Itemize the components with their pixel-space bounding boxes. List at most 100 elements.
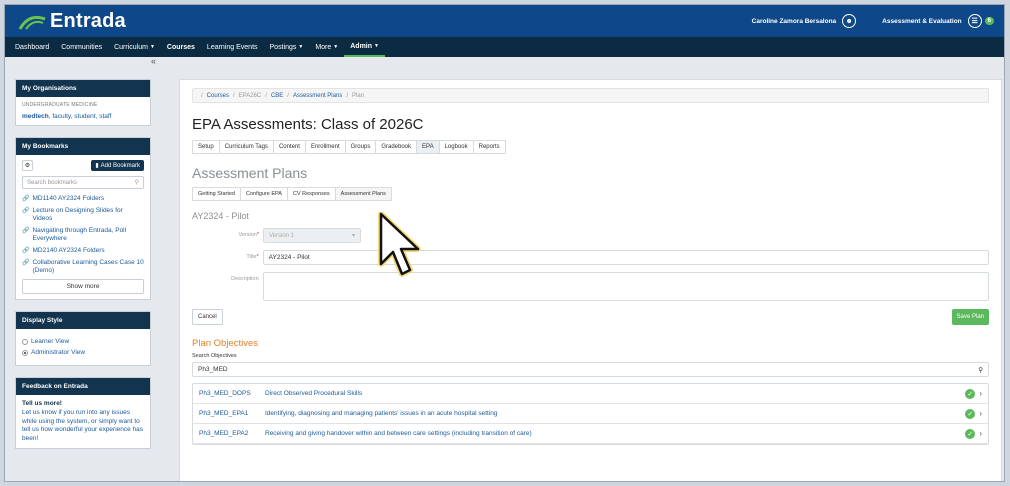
organisations-widget: My Organisations UNDERGRADUATE MEDICINE … <box>15 79 151 126</box>
breadcrumb-assessment-plans[interactable]: Assessment Plans <box>293 93 342 99</box>
bookmark-icon: ▮ <box>95 163 99 169</box>
nav-more[interactable]: More ▼ <box>309 37 344 57</box>
version-label: Version* <box>238 232 260 238</box>
link-icon: 🔗 <box>22 228 30 234</box>
version-row: Version* Version 1 ▾ <box>192 228 989 243</box>
epa-subtabs: Getting Started Configure EPA CV Respons… <box>192 187 989 201</box>
tab-logbook[interactable]: Logbook <box>438 140 474 154</box>
subtab-cv-responses[interactable]: CV Responses <box>286 187 336 201</box>
check-circle-icon: ✓ <box>965 388 976 399</box>
bookmark-item[interactable]: 🔗 MD2140 AY2324 Folders <box>22 247 144 255</box>
chevron-right-icon[interactable]: › <box>979 429 982 438</box>
tab-reports[interactable]: Reports <box>472 140 506 154</box>
tab-content[interactable]: Content <box>272 140 306 154</box>
objective-row[interactable]: Ph3_MED_EPA2 Receiving and giving handov… <box>193 424 988 444</box>
tab-enrollment[interactable]: Enrollment <box>304 140 346 154</box>
list-icon[interactable]: ☰ <box>967 14 982 28</box>
description-label: Description <box>231 276 259 282</box>
nav-learning-events[interactable]: Learning Events <box>201 37 264 57</box>
feedback-heading: Tell us more! <box>22 400 62 407</box>
widget-title: Feedback on Entrada <box>16 378 150 395</box>
breadcrumb-courses[interactable]: Courses <box>207 93 229 99</box>
tab-curriculum-tags[interactable]: Curriculum Tags <box>218 140 274 154</box>
objective-row[interactable]: Ph3_MED_DOPS Direct Observed Procedural … <box>193 384 988 404</box>
nav-communities[interactable]: Communities <box>55 37 108 57</box>
widget-title: My Organisations <box>16 80 150 97</box>
user-name[interactable]: Caroline Zamora Bersalona <box>752 18 837 25</box>
main-content: / Courses / EPA26C / CBE / Assessment Plans… <box>179 79 1002 481</box>
nav-dashboard[interactable]: Dashboard <box>9 37 55 57</box>
objective-code: Ph3_MED_DOPS <box>199 390 251 397</box>
subtab-assessment-plans[interactable]: Assessment Plans <box>334 187 392 201</box>
app-window: Entrada Caroline Zamora Bersalona ☻ Asse… <box>4 4 1005 482</box>
caret-down-icon: ▼ <box>298 44 304 50</box>
widget-title: Display Style <box>16 312 150 329</box>
search-icon: ⚲ <box>134 180 139 186</box>
search-icon: ⚲ <box>978 366 983 374</box>
objective-description: Receiving and giving handover within and… <box>265 430 532 437</box>
objective-code: Ph3_MED_EPA2 <box>199 430 249 437</box>
radio-selected-icon <box>22 349 28 356</box>
assessment-evaluation-link[interactable]: Assessment & Evaluation <box>882 18 961 25</box>
search-objectives-label: Search Objectives <box>192 353 237 359</box>
feedback-text[interactable]: Let us know if you run into any issues w… <box>22 409 144 443</box>
subtab-getting-started[interactable]: Getting Started <box>192 187 241 201</box>
organisation-roles[interactable]: medtech, faculty, student, staff <box>22 113 144 120</box>
breadcrumb-course[interactable]: EPA26C <box>239 93 262 99</box>
nav-courses[interactable]: Courses <box>161 37 201 57</box>
version-select[interactable]: Version 1 ▾ <box>263 228 361 243</box>
breadcrumb-cbe[interactable]: CBE <box>271 93 283 99</box>
bookmark-item[interactable]: 🔗 Collaborative Learning Cases Case 10 (D… <box>22 259 144 275</box>
bookmark-item[interactable]: 🔗 MD1140 AY2324 Folders <box>22 195 144 203</box>
link-icon: 🔗 <box>22 196 30 202</box>
link-icon: 🔗 <box>22 248 30 254</box>
link-icon: 🔗 <box>22 260 30 266</box>
description-textarea[interactable] <box>262 272 989 301</box>
nav-admin[interactable]: Admin ▼ <box>344 37 385 57</box>
gear-icon[interactable]: ⚙ <box>22 160 33 171</box>
chevron-right-icon[interactable]: › <box>979 409 982 418</box>
objective-code: Ph3_MED_EPA1 <box>199 410 249 417</box>
user-icon[interactable]: ☻ <box>842 14 857 28</box>
check-circle-icon: ✓ <box>965 428 976 439</box>
logo-arc-icon <box>18 15 46 30</box>
learner-view-option[interactable]: Learner View <box>22 338 144 345</box>
caret-down-icon: ▼ <box>374 43 379 49</box>
widget-title: My Bookmarks <box>16 138 150 155</box>
collapse-sidebar-icon[interactable]: « <box>151 57 156 66</box>
breadcrumb: / Courses / EPA26C / CBE / Assessment Plans… <box>192 88 989 103</box>
sidebar: My Organisations UNDERGRADUATE MEDICINE … <box>15 79 151 460</box>
nav-postings[interactable]: Postings ▼ <box>264 37 310 57</box>
tab-epa[interactable]: EPA <box>416 140 440 154</box>
tab-groups[interactable]: Groups <box>344 140 377 154</box>
main-nav: Dashboard Communities Curriculum ▼ Course… <box>5 37 1004 57</box>
bookmark-item[interactable]: 🔗 Lecture on Designing Slides for Videos <box>22 207 144 223</box>
subtab-configure-epa[interactable]: Configure EPA <box>240 187 288 201</box>
search-bookmarks-input[interactable]: Search bookmarks ⚲ <box>22 176 144 189</box>
objective-row[interactable]: Ph3_MED_EPA1 Identifying, diagnosing and… <box>193 404 988 424</box>
objective-description: Direct Observed Procedural Skills <box>265 390 363 397</box>
display-style-widget: Display Style Learner View Administrator… <box>15 311 151 366</box>
plan-objectives-title: Plan Objectives <box>192 338 259 349</box>
administrator-view-option[interactable]: Administrator View <box>22 349 144 356</box>
check-circle-icon: ✓ <box>965 408 976 419</box>
title-row: Title* AY2324 - Pilot <box>192 250 989 265</box>
tab-setup[interactable]: Setup <box>192 140 220 154</box>
cancel-button[interactable]: Cancel <box>192 309 223 325</box>
chevron-down-icon: ▾ <box>351 233 355 239</box>
title-input[interactable]: AY2324 - Pilot <box>262 250 989 265</box>
section-title: Assessment Plans <box>192 165 308 181</box>
show-more-button[interactable]: Show more <box>22 279 144 294</box>
chevron-right-icon[interactable]: › <box>979 389 982 398</box>
entrada-logo[interactable]: Entrada <box>17 10 126 33</box>
radio-icon <box>22 338 28 345</box>
bookmark-item[interactable]: 🔗 Navigating through Entrada, Poll Everyw… <box>22 227 144 243</box>
add-bookmark-button[interactable]: ▮ Add Bookmark <box>91 160 144 171</box>
search-objectives-input[interactable]: Ph3_MED ⚲ <box>192 362 989 377</box>
top-bar: Entrada Caroline Zamora Bersalona ☻ Asse… <box>5 5 1004 37</box>
save-plan-button[interactable]: Save Plan <box>951 309 989 325</box>
nav-curriculum[interactable]: Curriculum ▼ <box>108 37 161 57</box>
link-icon: 🔗 <box>22 208 30 214</box>
caret-down-icon: ▼ <box>149 44 155 50</box>
tab-gradebook[interactable]: Gradebook <box>375 140 418 154</box>
